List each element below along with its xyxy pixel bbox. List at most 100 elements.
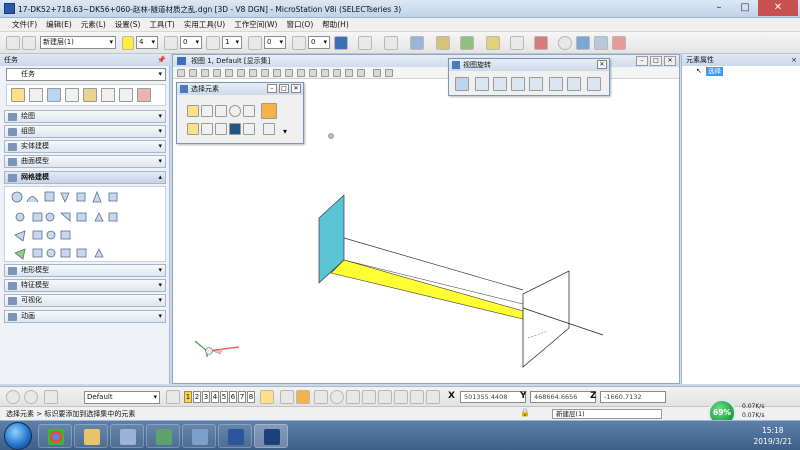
snap-tangent-icon[interactable] (378, 390, 392, 404)
rasters-icon[interactable] (410, 36, 424, 50)
front-view-cube-icon[interactable] (511, 77, 525, 91)
back-view-cube-icon[interactable] (529, 77, 543, 91)
snap-intersection-icon[interactable] (296, 390, 310, 404)
close-button[interactable]: ✕ (758, 0, 798, 16)
saved-views-icon[interactable] (486, 36, 500, 50)
view-button-6[interactable]: 6 (229, 391, 237, 403)
rotate-view-icon[interactable] (261, 69, 269, 77)
update-view-icon[interactable] (201, 69, 209, 77)
snap-icon[interactable] (510, 36, 524, 50)
view-next-icon[interactable] (297, 69, 305, 77)
snap-parallel-icon[interactable] (410, 390, 424, 404)
window-area-icon[interactable] (237, 69, 245, 77)
view-button-8[interactable]: 8 (247, 391, 255, 403)
view-close-button[interactable]: ✕ (664, 56, 676, 66)
menu-utilities[interactable]: 实用工具(U) (184, 19, 225, 30)
delete-tool-icon[interactable] (101, 88, 115, 102)
view-button-3[interactable]: 3 (202, 391, 210, 403)
view-button-4[interactable]: 4 (211, 391, 219, 403)
start-button[interactable] (4, 422, 32, 450)
clip-volume-icon[interactable] (321, 69, 329, 77)
y-coordinate-field[interactable]: 468664.6656 (530, 391, 596, 403)
zoom-in-icon[interactable] (213, 69, 221, 77)
priority-icon[interactable] (292, 36, 306, 50)
select-line-icon[interactable] (243, 105, 255, 117)
view-previous-icon[interactable] (285, 69, 293, 77)
transparency-icon[interactable] (248, 36, 262, 50)
view-button-7[interactable]: 7 (238, 391, 246, 403)
view-maximize-button[interactable]: □ (650, 56, 662, 66)
select-subtract-icon[interactable] (215, 123, 227, 135)
active-color-swatch[interactable] (122, 36, 134, 50)
cells-icon[interactable] (460, 36, 474, 50)
select-dialog-restore-button[interactable]: □ (279, 84, 289, 93)
taskbar-explorer[interactable] (74, 424, 108, 448)
taskbar-microstation[interactable] (254, 424, 288, 448)
end-frame-face[interactable] (522, 270, 570, 368)
menu-help[interactable]: 帮助(H) (322, 19, 349, 30)
transparency-dropdown[interactable]: 0 (264, 36, 286, 49)
forward-arrow-icon[interactable] (24, 390, 38, 404)
menu-element[interactable]: 元素(L) (81, 19, 106, 30)
select-invert-icon[interactable] (229, 123, 241, 135)
level-display-icon[interactable] (22, 36, 36, 50)
active-color-dropdown[interactable]: 4 (136, 36, 158, 49)
select-rectangle-icon[interactable] (201, 105, 213, 117)
left-view-cube-icon[interactable] (549, 77, 563, 91)
x-coordinate-field[interactable]: 501355.4408 (460, 391, 526, 403)
section-visualization[interactable]: 可视化 ▾ (4, 294, 166, 307)
panel-close-icon[interactable]: × (791, 54, 797, 66)
select-mode-arrow-icon[interactable] (187, 105, 199, 117)
view-attributes-icon[interactable] (177, 69, 185, 77)
snap-center-icon[interactable] (330, 390, 344, 404)
line-weight-dropdown[interactable]: 1 (222, 36, 242, 49)
display-toggle-icon[interactable] (612, 36, 626, 50)
yellow-slab[interactable] (330, 259, 524, 320)
section-solid-modeling[interactable]: 实体建模 ▾ (4, 140, 166, 153)
measure-icon[interactable] (534, 36, 548, 50)
references-icon[interactable] (384, 36, 398, 50)
menu-edit[interactable]: 编辑(E) (46, 19, 72, 30)
place-cell-tool-icon[interactable] (47, 88, 61, 102)
menu-file[interactable]: 文件(F) (12, 19, 37, 30)
menu-window[interactable]: 窗口(O) (286, 19, 313, 30)
view-toggle-icon[interactable] (594, 36, 608, 50)
zoom-out-icon[interactable] (225, 69, 233, 77)
section-surface-modeling[interactable]: 曲面模型 ▾ (4, 155, 166, 168)
help-icon[interactable] (576, 36, 590, 50)
level-manager-icon[interactable] (6, 36, 20, 50)
expand-arrow-icon[interactable]: ▾ (283, 127, 287, 136)
view-minimize-button[interactable]: – (636, 56, 648, 66)
clip-mask-icon[interactable] (333, 69, 341, 77)
select-new-icon[interactable] (187, 123, 199, 135)
select-add-icon[interactable] (201, 123, 213, 135)
view-groups-icon[interactable] (166, 390, 180, 404)
task-selector-dropdown[interactable]: 任务 (6, 68, 166, 81)
view-rotation-close-button[interactable]: ✕ (597, 60, 607, 69)
view-group-dropdown[interactable]: Default (84, 391, 160, 404)
fit-view-icon[interactable] (249, 69, 257, 77)
view-button-2[interactable]: 2 (193, 391, 201, 403)
lock-icon[interactable]: 🔒 (520, 408, 530, 417)
menu-workspace[interactable]: 工作空间(W) (234, 19, 277, 30)
element-selection-icon[interactable] (334, 36, 348, 50)
section-drawing[interactable]: 绘图 ▾ (4, 110, 166, 123)
select-all-icon[interactable] (261, 103, 277, 119)
view-more-icon[interactable] (385, 69, 393, 77)
maximize-button[interactable]: □ (732, 0, 758, 16)
select-dialog-close-button[interactable]: ✕ (291, 84, 301, 93)
redo-arrow-icon[interactable] (44, 390, 58, 404)
snap-through-point-icon[interactable] (426, 390, 440, 404)
menu-settings[interactable]: 设置(S) (115, 19, 141, 30)
taskbar-word[interactable] (218, 424, 252, 448)
view-display-mode-icon[interactable] (357, 69, 365, 77)
measure-tool-icon[interactable] (65, 88, 79, 102)
snap-nearest-icon[interactable] (280, 390, 294, 404)
selected-item[interactable]: 选择 (706, 67, 723, 76)
models-icon[interactable] (436, 36, 450, 50)
back-arrow-icon[interactable] (6, 390, 20, 404)
section-animation[interactable]: 动画 ▾ (4, 310, 166, 323)
active-level-dropdown[interactable]: 新建层(1) (40, 36, 116, 49)
snap-perpendicular-icon[interactable] (394, 390, 408, 404)
analyze-tool-icon[interactable] (137, 88, 151, 102)
